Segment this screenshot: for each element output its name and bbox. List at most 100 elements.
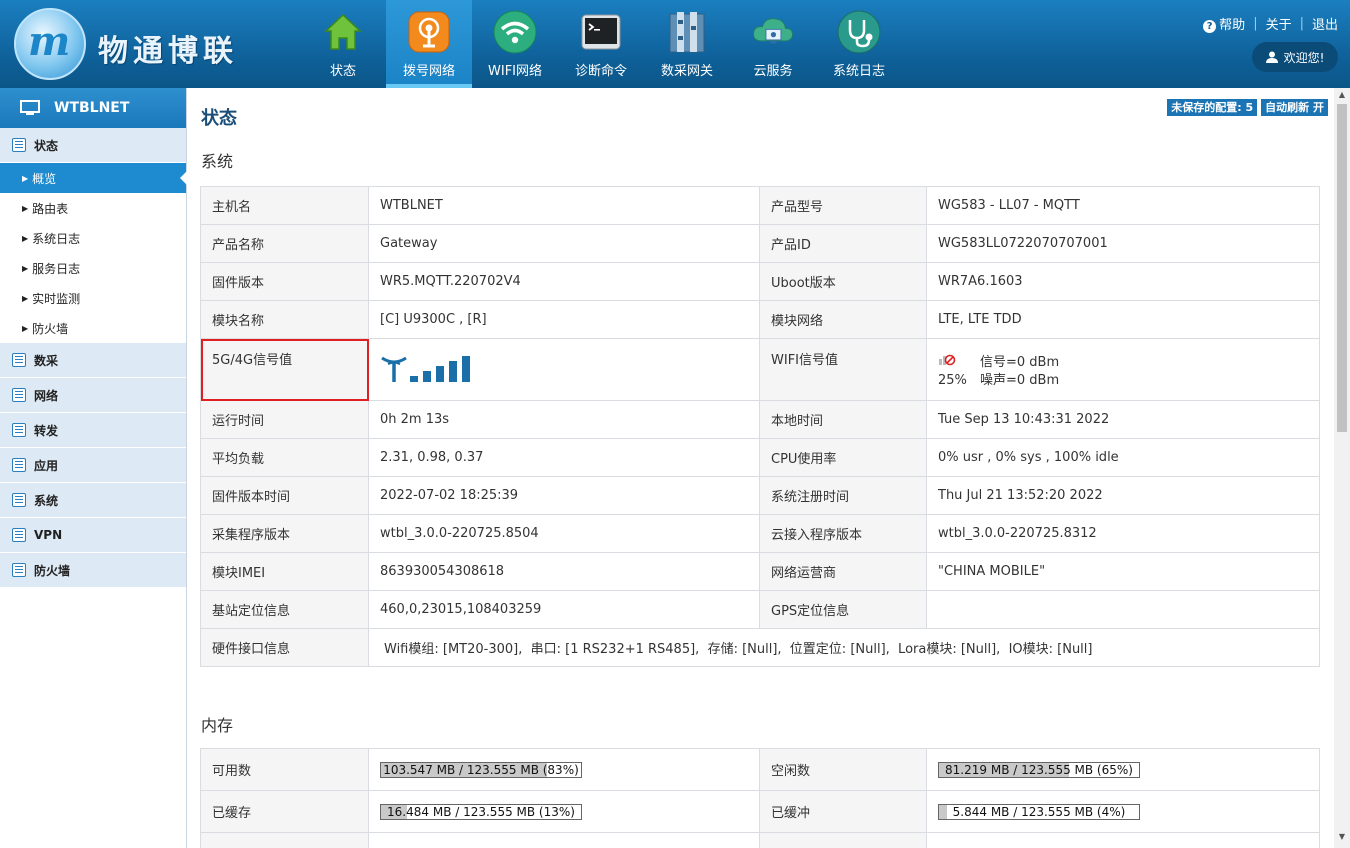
- table-row: 硬件接口信息 Wifi模组: [MT20-300], 串口: [1 RS232+…: [200, 628, 1320, 667]
- row-value: Thu Jul 21 13:52:20 2022: [926, 476, 1320, 515]
- table-row: 运行时间 0h 2m 13s 本地时间 Tue Sep 13 10:43:31 202…: [200, 400, 1320, 439]
- sidebar: WTBLNET 状态 ▶ 概览 ▶ 路由表 ▶ 系统日志 ▶ 服务日志 ▶ 实时监测 ▶ 防…: [0, 88, 187, 848]
- signal-bar: [449, 360, 457, 382]
- table-row: 产品名称 Gateway 产品ID WG583LL0722070707001: [200, 224, 1320, 263]
- row-label: 运行时间: [200, 400, 369, 439]
- nav-cloud[interactable]: 云服务: [730, 0, 816, 88]
- nav-wifi[interactable]: WIFI网络: [472, 0, 558, 88]
- brand-name: 物通博联: [98, 34, 238, 69]
- memory-section-title: 内存: [201, 716, 234, 735]
- row-label: Uboot版本: [759, 262, 927, 301]
- stethoscope-icon: [837, 10, 881, 54]
- table-row: 平均负载 2.31, 0.98, 0.37 CPU使用率 0% usr , 0% sy…: [200, 438, 1320, 477]
- memory-table: 可用数 103.547 MB / 123.555 MB (83%) 空闲数 81.21…: [200, 748, 1320, 848]
- caret-right-icon: ▶: [22, 173, 29, 183]
- terminal-icon: [579, 10, 623, 54]
- sidebar-group-forward[interactable]: 转发: [0, 413, 186, 448]
- nav-gateway[interactable]: 数采网关: [644, 0, 730, 88]
- row-label: 固件版本时间: [200, 476, 369, 515]
- welcome-user[interactable]: 欢迎您!: [1252, 42, 1338, 72]
- help-link[interactable]: ? 帮助: [1203, 14, 1245, 33]
- main-nav: 状态 拨号网络 WIFI网络 诊断命令 数采网关 云服务 系统日志: [300, 0, 902, 88]
- row-value: [C] U9300C , [R]: [368, 300, 760, 339]
- about-link[interactable]: 关于: [1266, 14, 1292, 33]
- auto-refresh-badge[interactable]: 自动刷新 开: [1261, 99, 1328, 116]
- sidebar-item-routes[interactable]: ▶ 路由表: [0, 193, 186, 223]
- sidebar-item-overview[interactable]: ▶ 概览: [0, 163, 187, 193]
- nav-dialup[interactable]: 拨号网络: [386, 0, 472, 88]
- row-value: "CHINA MOBILE": [926, 552, 1320, 591]
- brand-logo: m 物通博联: [14, 6, 274, 82]
- row-value: Tue Sep 13 10:43:31 2022: [926, 400, 1320, 439]
- signal-bar: [436, 365, 444, 382]
- nav-syslog[interactable]: 系统日志: [816, 0, 902, 88]
- caret-right-icon: ▶: [22, 233, 29, 243]
- row-value: 2022-07-02 18:25:39: [368, 476, 760, 515]
- memory-label: 空闲数: [759, 748, 927, 791]
- wifi-percent: 25%: [938, 372, 967, 388]
- scrollbar-thumb[interactable]: [1337, 104, 1347, 432]
- row-label: 平均负载: [200, 438, 369, 477]
- row-value: WR5.MQTT.220702V4: [368, 262, 760, 301]
- sidebar-group-vpn[interactable]: VPN: [0, 518, 186, 553]
- table-row: 基站定位信息 460,0,23015,108403259 GPS定位信息: [200, 590, 1320, 629]
- row-label: 基站定位信息: [200, 590, 369, 629]
- sidebar-group-acquisition[interactable]: 数采: [0, 343, 186, 378]
- table-row: 模块名称 [C] U9300C , [R] 模块网络 LTE, LTE TDD: [200, 300, 1320, 339]
- home-icon: [321, 10, 365, 54]
- row-label: 模块名称: [200, 300, 369, 339]
- table-row: 5G/4G信号值 WIFI信号值 25% 信号=0 dBm 噪声=0 dBm: [200, 338, 1320, 401]
- list-icon: [12, 458, 26, 472]
- wifi-icon: [493, 10, 537, 54]
- row-label: 模块IMEI: [200, 552, 369, 591]
- list-icon: [12, 138, 26, 152]
- row-value: wtbl_3.0.0-220725.8312: [926, 514, 1320, 553]
- memory-progress-bar: 81.219 MB / 123.555 MB (65%): [938, 761, 1140, 778]
- row-label: 网络运营商: [759, 552, 927, 591]
- row-label: 产品名称: [200, 224, 369, 263]
- memory-label: 已缓冲: [759, 790, 927, 833]
- scroll-down-icon[interactable]: ▼: [1334, 832, 1350, 846]
- top-header: m 物通博联 状态 拨号网络 WIFI网络 诊断命令 数采网关 云服务 系统日志…: [0, 0, 1350, 88]
- memory-value: 16.484 MB / 123.555 MB (13%): [368, 790, 760, 833]
- row-value: 0% usr , 0% sys , 100% idle: [926, 438, 1320, 477]
- row-value: Gateway: [368, 224, 760, 263]
- sidebar-group-status[interactable]: 状态: [0, 128, 186, 163]
- row-value: 863930054308618: [368, 552, 760, 591]
- wifi-off-icon: [939, 354, 956, 365]
- caret-right-icon: ▶: [22, 263, 29, 273]
- nav-diagnostics[interactable]: 诊断命令: [558, 0, 644, 88]
- sidebar-item-service-log[interactable]: ▶ 服务日志: [0, 253, 186, 283]
- caret-right-icon: ▶: [22, 323, 29, 333]
- unsaved-config-badge[interactable]: 未保存的配置: 5: [1167, 99, 1258, 116]
- system-table: 主机名 WTBLNET 产品型号 WG583 - LL07 - MQTT 产品名称 Gat…: [200, 186, 1320, 667]
- sidebar-group-apps[interactable]: 应用: [0, 448, 186, 483]
- memory-value: 5.844 MB / 123.555 MB (4%): [926, 790, 1320, 833]
- sidebar-group-system[interactable]: 系统: [0, 483, 186, 518]
- sidebar-group-firewall[interactable]: 防火墙: [0, 553, 186, 588]
- gateway-icon: [665, 10, 709, 54]
- row-value: WG583LL0722070707001: [926, 224, 1320, 263]
- row-label: 模块网络: [759, 300, 927, 339]
- page-scrollbar[interactable]: ▲ ▼: [1334, 88, 1350, 848]
- hw-interface-label: 硬件接口信息: [200, 628, 369, 667]
- table-row: 主机名 WTBLNET 产品型号 WG583 - LL07 - MQTT: [200, 186, 1320, 225]
- wifi-noise-dbm: 噪声=0 dBm: [980, 372, 1060, 388]
- sidebar-group-network[interactable]: 网络: [0, 378, 186, 413]
- sidebar-device-header: WTBLNET: [0, 88, 186, 128]
- sidebar-item-firewall-status[interactable]: ▶ 防火墙: [0, 313, 186, 343]
- wifi-signal-dbm: 信号=0 dBm: [980, 354, 1060, 370]
- row-label: 采集程序版本: [200, 514, 369, 553]
- wifi-signal-label: WIFI信号值: [759, 338, 927, 401]
- logout-link[interactable]: 退出: [1312, 14, 1338, 33]
- scroll-up-icon[interactable]: ▲: [1334, 90, 1350, 104]
- cell-signal-icon: [381, 355, 470, 382]
- sidebar-item-syslog[interactable]: ▶ 系统日志: [0, 223, 186, 253]
- divider: |: [1253, 16, 1258, 31]
- sidebar-item-realtime[interactable]: ▶ 实时监测: [0, 283, 186, 313]
- status-badges: 未保存的配置: 5 自动刷新 开: [1167, 99, 1328, 116]
- signal-strength: [368, 338, 760, 401]
- nav-status[interactable]: 状态: [300, 0, 386, 88]
- row-value: 0h 2m 13s: [368, 400, 760, 439]
- signal-bar: [410, 375, 418, 382]
